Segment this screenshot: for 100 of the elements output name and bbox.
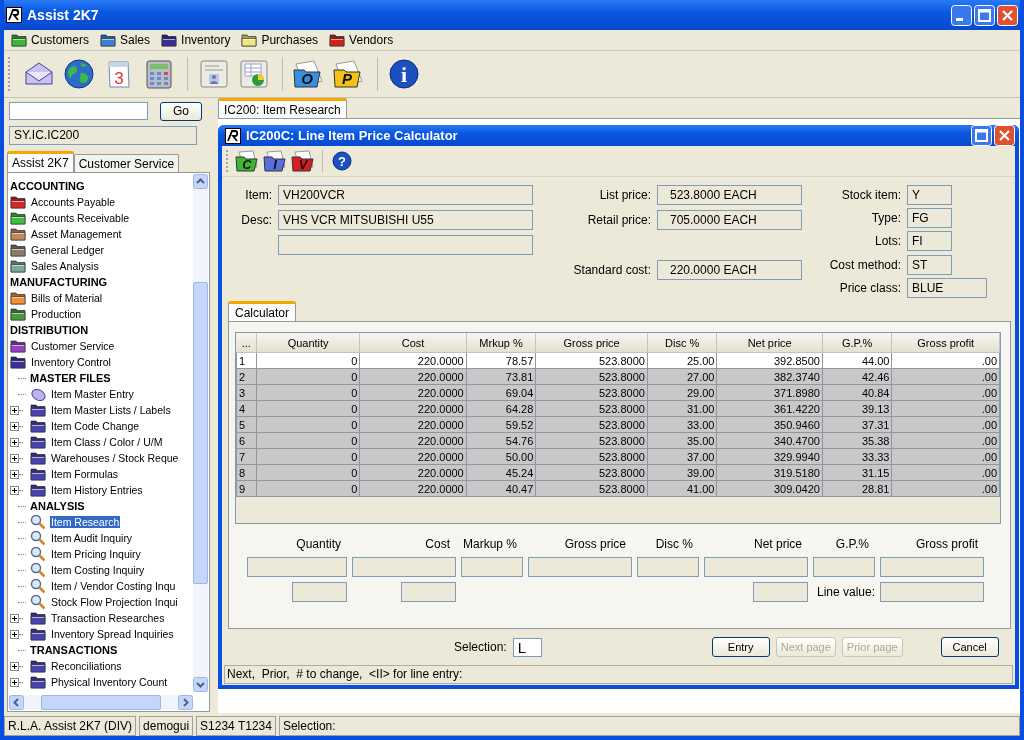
input-field[interactable] xyxy=(292,582,347,602)
tree-item[interactable]: Production xyxy=(30,308,83,320)
calculator-tab[interactable]: Calculator xyxy=(228,301,297,321)
nav-tab[interactable]: Assist 2K7 xyxy=(7,151,74,172)
table-row[interactable]: 4 0 220.0000 64.28 523.8000 31.00 361.4220 39.13 .00 xyxy=(236,400,1000,417)
tree-item[interactable]: General Ledger xyxy=(30,244,105,256)
input-field[interactable]: ST xyxy=(907,254,952,275)
scroll-thumb[interactable] xyxy=(193,282,208,584)
table-row[interactable]: 8 0 220.0000 45.24 523.8000 39.00 319.5180 31.15 .00 xyxy=(236,464,1000,481)
input-field[interactable] xyxy=(352,557,456,577)
nav-tab[interactable]: Customer Service xyxy=(73,154,180,172)
expand-icon[interactable] xyxy=(10,613,19,623)
column-header[interactable]: Quantity xyxy=(256,333,360,353)
tree-item[interactable]: Asset Management xyxy=(30,228,123,240)
tree-item[interactable]: Item Pricing Inquiry xyxy=(50,548,142,560)
scroll-left-icon[interactable] xyxy=(9,695,24,710)
tree-item[interactable]: Customer Service xyxy=(30,340,116,352)
expand-icon[interactable] xyxy=(10,661,19,671)
document-tab[interactable]: IC200: Item Research xyxy=(218,98,347,118)
input-field[interactable] xyxy=(461,557,523,577)
tree-item[interactable]: Item Class / Color / U/M xyxy=(50,436,164,448)
tree-item[interactable]: Stock Flow Projection Inqui xyxy=(50,596,179,608)
horizontal-scrollbar[interactable] xyxy=(9,695,193,710)
minimize-icon[interactable] xyxy=(951,4,972,26)
input-field[interactable]: Y xyxy=(907,185,952,205)
column-header[interactable]: Gross price xyxy=(535,333,648,353)
column-header[interactable]: Disc % xyxy=(647,333,717,353)
expand-icon[interactable] xyxy=(10,453,19,463)
action-button[interactable]: Entry xyxy=(711,637,770,657)
tree-item[interactable]: Item History Entries xyxy=(50,484,144,496)
input-field[interactable] xyxy=(753,582,808,602)
table-row[interactable]: 7 0 220.0000 50.00 523.8000 37.00 329.9940 33.33 .00 xyxy=(236,448,1000,465)
scroll-thumb[interactable] xyxy=(41,695,161,710)
tree-item[interactable]: Inventory Spread Inquiries xyxy=(50,628,175,640)
input-field[interactable] xyxy=(880,582,984,602)
input-field[interactable]: 523.8000 EACH xyxy=(657,185,802,205)
scroll-right-icon[interactable] xyxy=(178,695,193,710)
tree-item[interactable]: Item / Vendor Costing Inqu xyxy=(50,580,177,592)
folder-icon[interactable]: O xyxy=(292,58,326,90)
tree-item[interactable]: Sales Analysis xyxy=(30,260,100,272)
menu-item[interactable]: Sales xyxy=(97,30,157,50)
expand-icon[interactable] xyxy=(10,629,19,639)
expand-icon[interactable] xyxy=(10,405,19,415)
scroll-up-icon[interactable] xyxy=(193,174,208,189)
input-field[interactable] xyxy=(247,557,347,577)
tree-item[interactable]: Item Research xyxy=(50,516,121,528)
vertical-scrollbar[interactable] xyxy=(193,174,208,692)
menu-item[interactable]: Customers xyxy=(8,30,95,50)
maximize-icon[interactable] xyxy=(971,125,992,146)
table-row[interactable]: 6 0 220.0000 54.76 523.8000 35.00 340.4700 35.38 .00 xyxy=(236,432,1000,449)
go-button[interactable]: Go xyxy=(160,101,202,121)
help-icon[interactable]: ? xyxy=(332,151,352,171)
column-header[interactable]: Cost xyxy=(359,333,467,353)
tree-item[interactable]: Item Costing Inquiry xyxy=(50,564,146,576)
tree-item[interactable]: Item Code Change xyxy=(50,420,141,432)
expand-icon[interactable] xyxy=(10,677,19,687)
tree-item[interactable]: Warehouses / Stock Reque xyxy=(50,452,180,464)
tree-item[interactable]: Transaction Researches xyxy=(50,612,166,624)
expand-icon[interactable] xyxy=(10,437,19,447)
maximize-icon[interactable] xyxy=(974,4,995,26)
expand-icon[interactable] xyxy=(10,485,19,495)
input-field[interactable] xyxy=(813,557,875,577)
action-button[interactable]: Cancel xyxy=(940,637,999,657)
table-row[interactable]: 9 0 220.0000 40.47 523.8000 41.00 309.0420 28.81 .00 xyxy=(236,480,1000,497)
input-field[interactable]: FI xyxy=(907,231,952,252)
input-field[interactable] xyxy=(278,235,533,255)
expand-icon[interactable] xyxy=(10,469,19,479)
tree-item[interactable]: Item Master Entry xyxy=(50,388,135,400)
tree-item[interactable]: Inventory Control xyxy=(30,356,112,368)
input-field[interactable] xyxy=(880,557,984,577)
menu-item[interactable]: Purchases xyxy=(238,30,325,50)
table-row[interactable]: 3 0 220.0000 69.04 523.8000 29.00 371.8980 40.84 .00 xyxy=(236,384,1000,401)
column-header[interactable]: Gross profit xyxy=(892,333,1000,353)
tree-item[interactable]: Item Audit Inquiry xyxy=(50,532,134,544)
tree-item[interactable]: Accounts Receivable xyxy=(30,212,131,224)
tree-item[interactable]: Item Formulas xyxy=(50,468,120,480)
folder-icon[interactable]: P xyxy=(332,58,366,90)
search-field[interactable] xyxy=(9,102,148,120)
input-field[interactable] xyxy=(528,557,632,577)
column-header[interactable]: ... xyxy=(236,333,257,353)
input-field[interactable] xyxy=(704,557,808,577)
close-icon[interactable] xyxy=(994,125,1015,146)
tree-item[interactable]: Item Master Lists / Labels xyxy=(50,404,172,416)
column-header[interactable]: Mrkup % xyxy=(466,333,536,353)
input-field[interactable]: 220.0000 EACH xyxy=(657,260,802,280)
tree-item[interactable]: Reconciliations xyxy=(50,660,123,672)
input-field[interactable]: FG xyxy=(907,208,952,229)
input-field[interactable] xyxy=(401,582,456,602)
table-row[interactable]: 1 0 220.0000 78.57 523.8000 25.00 392.8500 44.00 .00 xyxy=(236,352,1000,369)
calculator-icon[interactable] xyxy=(143,58,175,90)
close-icon[interactable] xyxy=(997,4,1018,26)
chart-icon[interactable] xyxy=(238,58,270,90)
scroll-down-icon[interactable] xyxy=(193,677,208,692)
table-row[interactable]: 5 0 220.0000 59.52 523.8000 33.00 350.9460 37.31 .00 xyxy=(236,416,1000,433)
input-field[interactable]: VH200VCR xyxy=(278,185,533,205)
input-field[interactable]: 705.0000 EACH xyxy=(657,210,802,230)
input-field[interactable]: VHS VCR MITSUBISHI U55 xyxy=(278,210,533,230)
tree-item[interactable]: Bills of Material xyxy=(30,292,104,304)
table-row[interactable]: 2 0 220.0000 73.81 523.8000 27.00 382.3740 42.46 .00 xyxy=(236,368,1000,385)
selection-field[interactable]: L xyxy=(512,637,542,657)
